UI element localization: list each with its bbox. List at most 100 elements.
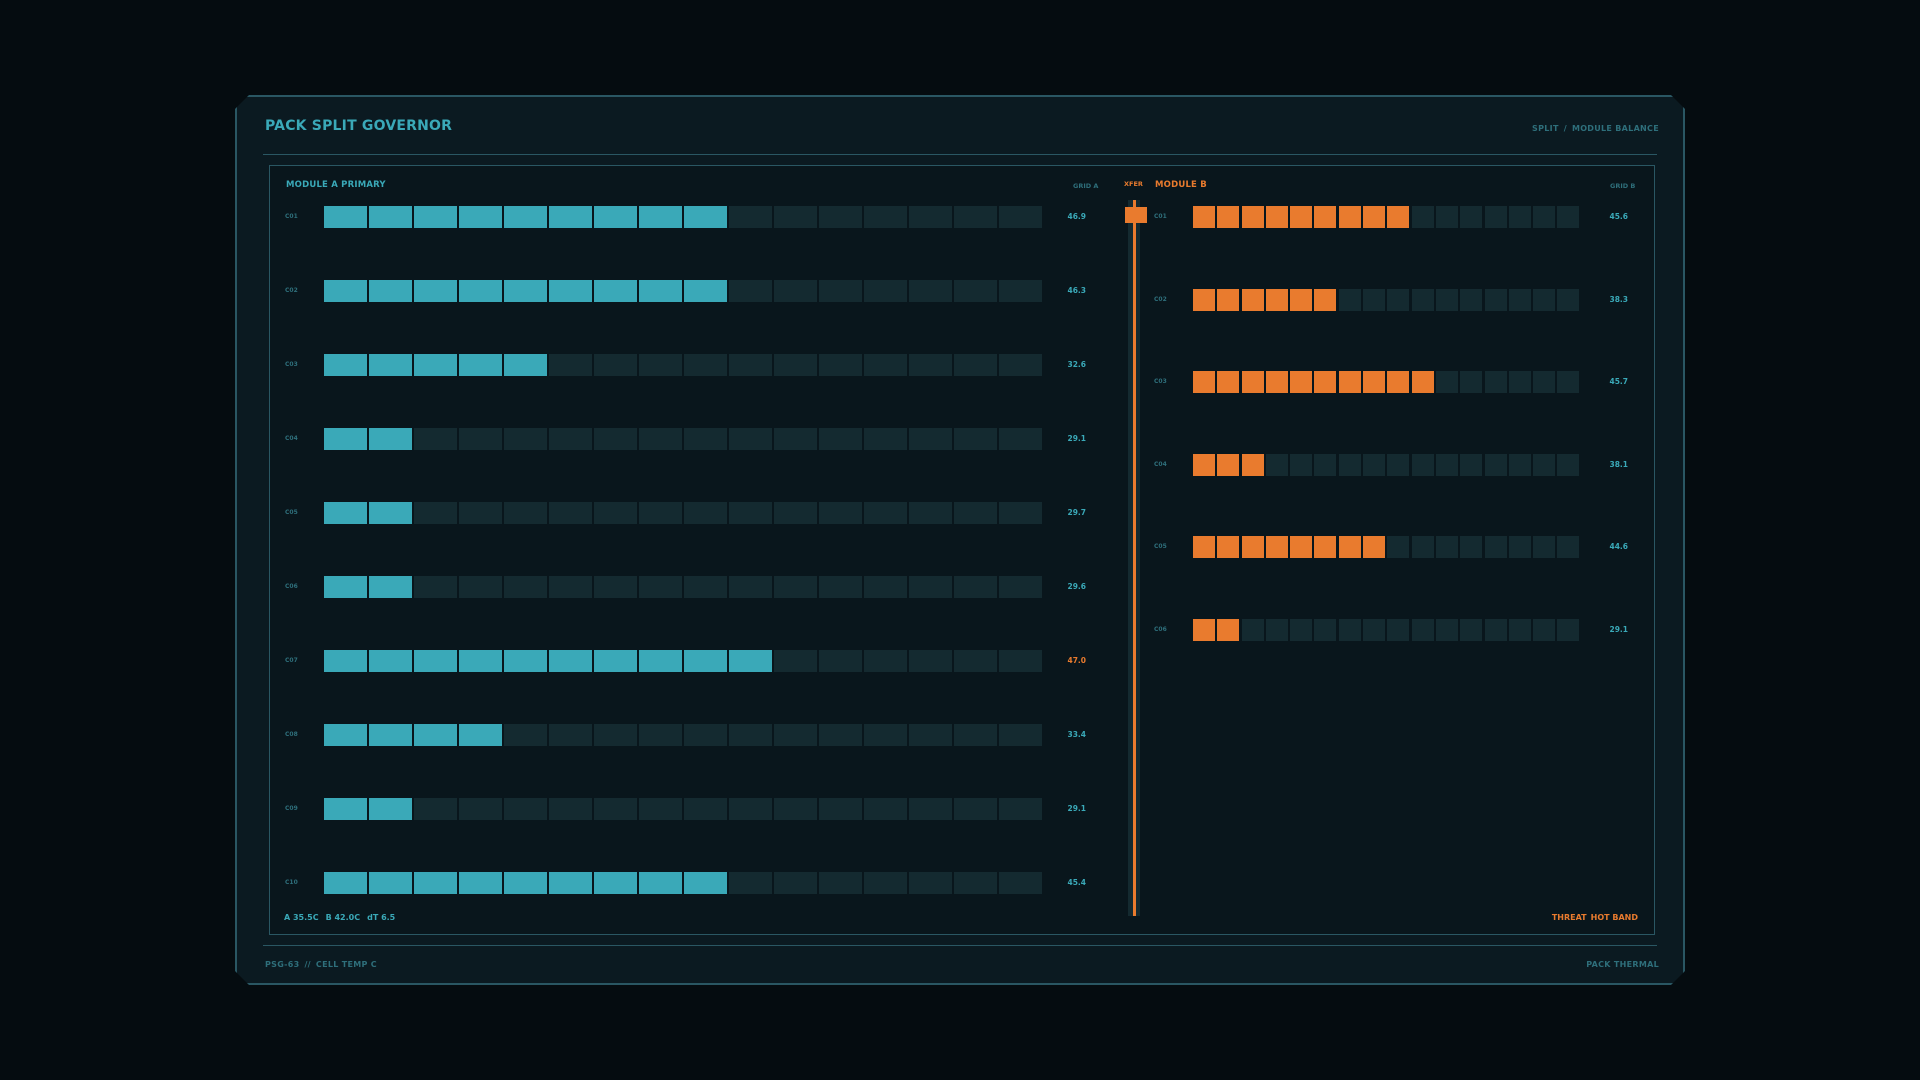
bar-segment-empty: [414, 576, 457, 598]
bar-segment-filled: [1314, 206, 1336, 228]
bar-segment-empty: [999, 798, 1042, 820]
cell-temp-value: 44.6: [1609, 542, 1628, 552]
footer-device-info: PSG-63 // CELL TEMP C: [265, 960, 377, 969]
cell-temp-bar: [1193, 371, 1582, 393]
bar-segment-filled: [1193, 206, 1215, 228]
bar-segment-empty: [729, 798, 772, 820]
bar-segment-empty: [1460, 289, 1482, 311]
bar-segment-filled: [1193, 371, 1215, 393]
bar-segment-filled: [1363, 206, 1385, 228]
bar-segment-empty: [999, 502, 1042, 524]
bar-segment-filled: [1387, 371, 1409, 393]
bar-segment-empty: [684, 798, 727, 820]
bar-segment-empty: [774, 724, 817, 746]
threat-label: THREAT: [1551, 913, 1587, 922]
bar-segment-empty: [1533, 536, 1555, 558]
bar-segment-empty: [954, 724, 997, 746]
bar-segment-filled: [1387, 206, 1409, 228]
bar-segment-empty: [954, 798, 997, 820]
bar-segment-filled: [639, 872, 682, 894]
bar-segment-empty: [1266, 454, 1288, 476]
bar-segment-filled: [1242, 289, 1264, 311]
cell-row: C02 38.3: [270, 289, 1654, 311]
cell-temp-bar: [1193, 619, 1582, 641]
bar-segment-filled: [594, 872, 637, 894]
bar-segment-empty: [1485, 619, 1507, 641]
cell-temp-value: 47.0: [1067, 656, 1086, 665]
bar-segment-filled: [1217, 371, 1239, 393]
bar-segment-filled: [1363, 536, 1385, 558]
bar-segment-empty: [1460, 536, 1482, 558]
bar-segment-empty: [639, 428, 682, 450]
bar-segment-empty: [819, 798, 862, 820]
bar-segment-empty: [909, 576, 952, 598]
bar-segment-empty: [909, 798, 952, 820]
cell-temp-value: 32.6: [1067, 360, 1086, 369]
bar-segment-empty: [1266, 619, 1288, 641]
cell-label: C06: [285, 583, 298, 590]
bar-segment-empty: [774, 428, 817, 450]
bar-segment-empty: [729, 502, 772, 524]
bar-segment-filled: [459, 872, 502, 894]
bar-segment-empty: [999, 724, 1042, 746]
bar-segment-empty: [1485, 371, 1507, 393]
bar-segment-empty: [1460, 454, 1482, 476]
bar-segment-empty: [954, 502, 997, 524]
bar-segment-filled: [1193, 289, 1215, 311]
cell-label: C01: [1154, 213, 1167, 220]
bar-segment-empty: [1533, 206, 1555, 228]
cell-temp-value: 29.7: [1067, 508, 1086, 517]
footer-section-label: PACK THERMAL: [1586, 960, 1659, 969]
cell-temp-bar: [324, 650, 1044, 672]
bar-segment-empty: [774, 650, 817, 672]
bar-segment-filled: [1242, 536, 1264, 558]
pack-split-governor-panel: PACK SPLIT GOVERNOR SPLIT / MODULE BALANCE…: [235, 95, 1685, 985]
bar-segment-empty: [909, 650, 952, 672]
cell-temp-value: 45.7: [1609, 377, 1628, 387]
cell-label: C03: [285, 361, 298, 368]
bar-segment-empty: [594, 724, 637, 746]
bar-segment-empty: [819, 724, 862, 746]
bar-segment-empty: [729, 576, 772, 598]
bar-segment-filled: [1242, 206, 1264, 228]
cell-label: C10: [285, 879, 298, 886]
bar-segment-empty: [639, 502, 682, 524]
bar-segment-filled: [1314, 371, 1336, 393]
cell-label: C09: [285, 805, 298, 812]
breadcrumb-separator: /: [1563, 124, 1567, 133]
bar-segment-empty: [864, 428, 907, 450]
bar-segment-empty: [684, 576, 727, 598]
bar-segment-empty: [639, 576, 682, 598]
bar-segment-empty: [954, 872, 997, 894]
cell-temp-bar: [1193, 206, 1582, 228]
bar-segment-empty: [504, 724, 547, 746]
bar-segment-empty: [1557, 206, 1579, 228]
bar-segment-filled: [1242, 371, 1264, 393]
bar-segment-empty: [594, 502, 637, 524]
breadcrumb-split[interactable]: SPLIT: [1532, 124, 1559, 133]
bar-segment-empty: [1387, 289, 1409, 311]
bar-segment-empty: [1412, 454, 1434, 476]
bar-segment-empty: [594, 576, 637, 598]
bar-segment-filled: [1339, 206, 1361, 228]
bar-segment-empty: [684, 724, 727, 746]
bar-segment-empty: [819, 576, 862, 598]
bar-segment-filled: [324, 650, 367, 672]
bar-segment-filled: [324, 428, 367, 450]
bar-segment-filled: [1290, 371, 1312, 393]
bar-segment-empty: [909, 428, 952, 450]
bar-segment-empty: [1436, 536, 1458, 558]
bar-segment-empty: [864, 502, 907, 524]
bar-segment-filled: [729, 650, 772, 672]
bar-segment-empty: [1436, 454, 1458, 476]
breadcrumb-module-balance[interactable]: MODULE BALANCE: [1572, 124, 1659, 133]
bar-segment-empty: [774, 798, 817, 820]
bar-segment-empty: [549, 428, 592, 450]
bar-segment-empty: [549, 502, 592, 524]
bar-segment-empty: [819, 872, 862, 894]
cell-temp-bar: [324, 724, 1044, 746]
bar-segment-empty: [909, 872, 952, 894]
bar-segment-empty: [504, 502, 547, 524]
bar-segment-empty: [1242, 619, 1264, 641]
bar-segment-filled: [459, 650, 502, 672]
